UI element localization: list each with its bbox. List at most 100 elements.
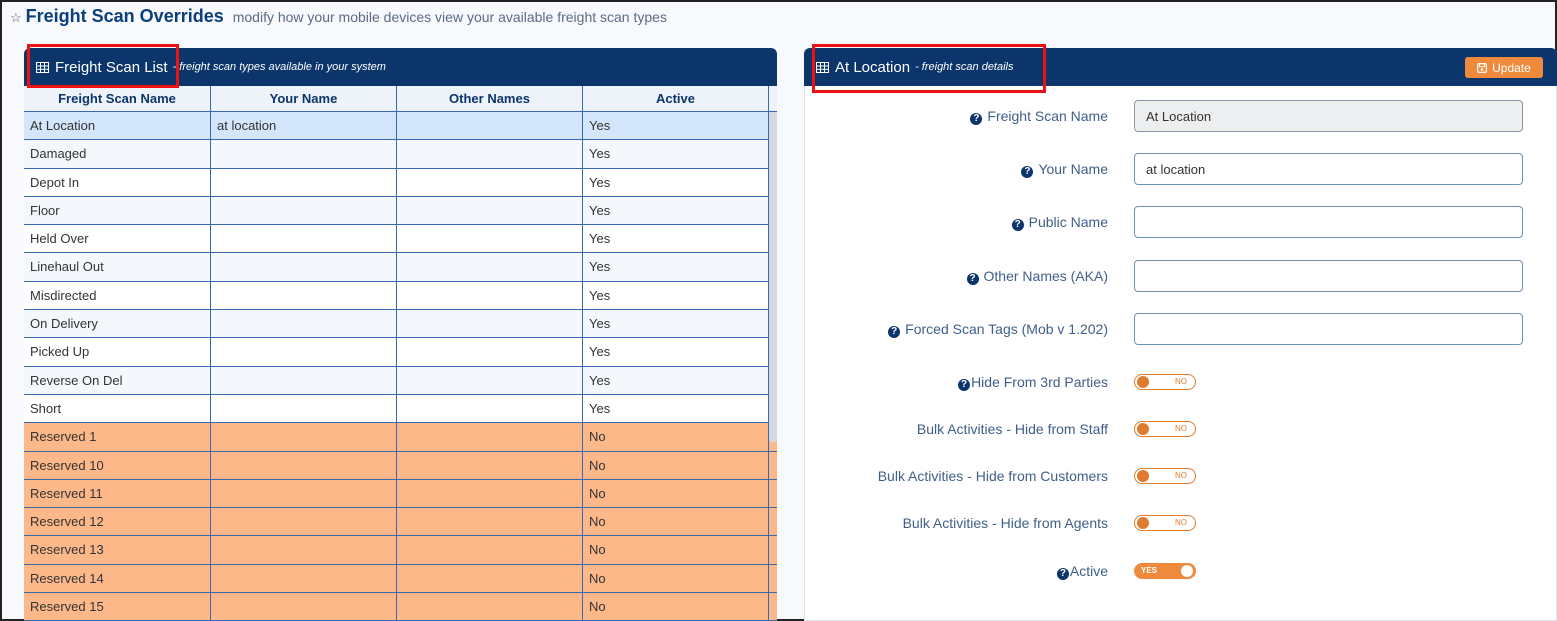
cell-freight-scan-name: Reserved 1: [24, 423, 211, 451]
cell-your-name: [211, 338, 397, 366]
cell-your-name: [211, 196, 397, 225]
cell-active: No: [583, 564, 769, 593]
table-row[interactable]: Short Yes: [24, 394, 777, 424]
public-name-label-text: Public Name: [1028, 214, 1108, 230]
cell-your-name: [211, 394, 397, 423]
bulk-hide-staff-toggle[interactable]: NO: [1134, 421, 1196, 437]
freight-scan-name-label: ? Freight Scan Name: [970, 100, 1108, 132]
help-icon[interactable]: ?: [1011, 219, 1024, 231]
freight-scan-name-field[interactable]: [1134, 100, 1523, 132]
table-row[interactable]: Damaged Yes: [24, 140, 777, 169]
freight-scan-name-label-text: Freight Scan Name: [987, 108, 1108, 124]
table-row[interactable]: Misdirected Yes: [24, 281, 777, 311]
cell-your-name: [211, 536, 397, 564]
bulk-hide-agents-label: Bulk Activities - Hide from Agents: [902, 515, 1108, 531]
cell-your-name: [211, 451, 397, 479]
column-header-active[interactable]: Active: [583, 86, 769, 111]
freight-scan-list-panel: Freight Scan List - freight scan types a…: [24, 48, 777, 621]
form-row-other-names: ? Other Names (AKA): [805, 260, 1557, 292]
toggle-knob: [1137, 517, 1149, 529]
table-grid-icon: [36, 61, 49, 73]
cell-other-names: [397, 196, 583, 225]
table-row[interactable]: Floor Yes: [24, 196, 777, 226]
form-row-public-name: ? Public Name: [805, 206, 1557, 238]
table-row[interactable]: At Location at location Yes: [24, 112, 777, 141]
table-row[interactable]: On Delivery Yes: [24, 310, 777, 339]
table-row[interactable]: Reserved 1 No: [24, 423, 777, 452]
bulk-hide-customers-toggle[interactable]: NO: [1134, 468, 1196, 484]
help-icon[interactable]: ?: [888, 326, 901, 338]
page-subtitle: modify how your mobile devices view your…: [232, 9, 667, 25]
column-header-other-names[interactable]: Other Names: [397, 86, 583, 111]
public-name-label: ? Public Name: [1011, 206, 1108, 238]
cell-other-names: [397, 140, 583, 168]
cell-freight-scan-name: Reserved 10: [24, 451, 211, 479]
table-header: Freight Scan Name Your Name Other Names …: [24, 86, 777, 112]
cell-your-name: [211, 310, 397, 338]
table-row[interactable]: Reserved 11 No: [24, 479, 777, 509]
table-row[interactable]: Held Over Yes: [24, 225, 777, 254]
hide-3rd-parties-label-text: Hide From 3rd Parties: [971, 374, 1108, 390]
table-row[interactable]: Reserved 13 No: [24, 536, 777, 565]
cell-active: Yes: [583, 196, 769, 225]
table-row[interactable]: Reserved 12 No: [24, 508, 777, 537]
hide-3rd-parties-label: ? Hide From 3rd Parties: [958, 366, 1108, 398]
toggle-state-label: NO: [1175, 518, 1187, 527]
toggle-state-label: NO: [1175, 424, 1187, 433]
table-row[interactable]: Reserved 14 No: [24, 564, 777, 594]
forced-scan-tags-label-text: Forced Scan Tags (Mob v 1.202): [905, 321, 1108, 337]
table-row[interactable]: Reserved 15 No: [24, 593, 777, 621]
form-row-bulk-hide-staff: Bulk Activities - Hide from Staff NO: [805, 413, 1557, 445]
cell-freight-scan-name: Reserved 15: [24, 593, 211, 621]
cell-freight-scan-name: At Location: [24, 112, 211, 140]
hide-3rd-parties-toggle[interactable]: NO: [1134, 374, 1196, 390]
table-row[interactable]: Reserved 10 No: [24, 451, 777, 480]
cell-active: No: [583, 536, 769, 564]
table-body: At Location at location Yes Damaged Yes Depot…: [24, 112, 777, 621]
cell-freight-scan-name: Floor: [24, 196, 211, 225]
cell-your-name: [211, 253, 397, 281]
help-icon[interactable]: ?: [1021, 166, 1034, 178]
your-name-field[interactable]: [1134, 153, 1523, 185]
cell-other-names: [397, 564, 583, 593]
help-icon[interactable]: ?: [966, 273, 979, 285]
column-header-your-name[interactable]: Your Name: [211, 86, 397, 111]
cell-freight-scan-name: Short: [24, 394, 211, 423]
active-toggle[interactable]: YES: [1134, 563, 1196, 579]
public-name-field[interactable]: [1134, 206, 1523, 238]
table-row[interactable]: Depot In Yes: [24, 168, 777, 197]
form-row-active: ? Active YES: [805, 555, 1557, 587]
help-icon[interactable]: ?: [958, 379, 971, 391]
star-outline-icon[interactable]: ☆: [10, 10, 22, 26]
app-frame: ☆ Freight Scan Overrides modify how your…: [0, 0, 1557, 621]
cell-active: No: [583, 508, 769, 536]
update-button[interactable]: Update: [1465, 57, 1543, 78]
cell-freight-scan-name: Picked Up: [24, 338, 211, 366]
form-row-freight-scan-name: ? Freight Scan Name: [805, 100, 1557, 132]
cell-active: Yes: [583, 168, 769, 196]
cell-other-names: [397, 338, 583, 366]
table-scrollbar[interactable]: [769, 112, 777, 442]
table-row[interactable]: Picked Up Yes: [24, 338, 777, 367]
table-row[interactable]: Reverse On Del Yes: [24, 366, 777, 395]
your-name-label-text: Your Name: [1038, 161, 1108, 177]
active-label-text: Active: [1069, 563, 1108, 579]
toggle-knob: [1137, 423, 1149, 435]
column-header-freight-scan-name[interactable]: Freight Scan Name: [24, 86, 211, 111]
bulk-hide-agents-toggle[interactable]: NO: [1134, 515, 1196, 531]
other-names-field[interactable]: [1134, 260, 1523, 292]
other-names-label: ? Other Names (AKA): [966, 260, 1108, 292]
help-icon[interactable]: ?: [1056, 568, 1069, 580]
toggle-state-label: YES: [1141, 566, 1158, 575]
forced-scan-tags-field[interactable]: [1134, 313, 1523, 345]
table-grid-icon: [816, 61, 829, 73]
cell-active: Yes: [583, 112, 769, 140]
table-row[interactable]: Linehaul Out Yes: [24, 253, 777, 282]
freight-scan-detail-panel: At Location - freight scan details Updat…: [804, 48, 1557, 621]
cell-freight-scan-name: Linehaul Out: [24, 253, 211, 281]
help-icon[interactable]: ?: [970, 113, 983, 125]
form-row-bulk-hide-customers: Bulk Activities - Hide from Customers NO: [805, 460, 1557, 492]
cell-your-name: at location: [211, 112, 397, 140]
cell-freight-scan-name: On Delivery: [24, 310, 211, 338]
toggle-knob: [1137, 470, 1149, 482]
